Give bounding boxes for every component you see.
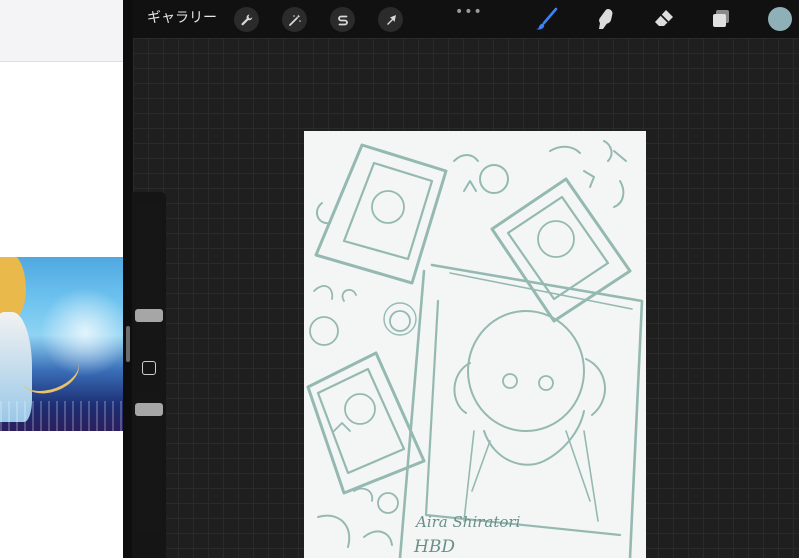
sketch-drawing (306, 140, 644, 558)
magic-wand-icon (288, 14, 301, 26)
gallery-button[interactable]: ギャラリー (147, 9, 217, 27)
brush-tool-button[interactable] (533, 6, 559, 32)
brush-size-handle[interactable] (135, 309, 163, 322)
left-app-header (0, 0, 123, 62)
sidebar (132, 192, 166, 558)
character-head-sketch (467, 310, 585, 432)
signature-text-hbd: HBD (414, 537, 455, 557)
smudge-finger-icon (599, 9, 613, 29)
actions-button[interactable] (234, 7, 259, 32)
more-options-icon[interactable]: ••• (455, 4, 483, 20)
layers-icon (713, 10, 729, 27)
wrench-icon (240, 14, 252, 25)
color-picker-button[interactable] (768, 7, 792, 31)
light-rays (0, 401, 123, 431)
eraser-icon (655, 10, 673, 26)
top-toolbar: ギャラリー ••• (133, 0, 799, 38)
smudge-tool-button[interactable] (592, 6, 618, 32)
sidebar-grab-handle[interactable] (126, 326, 130, 362)
adjustments-button[interactable] (282, 7, 307, 32)
split-view-left-app (0, 0, 123, 558)
selection-s-icon (337, 15, 348, 25)
signature-text-name: Aira Shiratori (416, 513, 521, 531)
modify-button[interactable] (142, 361, 156, 375)
opacity-handle[interactable] (135, 403, 163, 416)
polaroid-sketch-top-right (490, 177, 632, 323)
drawing-canvas[interactable]: Aira Shiratori HBD (304, 131, 646, 558)
layers-button[interactable] (708, 6, 734, 32)
brush-icon (536, 7, 558, 30)
selection-button[interactable] (330, 7, 355, 32)
anime-artwork-thumbnail[interactable] (0, 257, 123, 431)
eraser-tool-button[interactable] (651, 6, 677, 32)
transform-button[interactable] (378, 7, 403, 32)
arrow-cursor-icon (386, 14, 396, 25)
